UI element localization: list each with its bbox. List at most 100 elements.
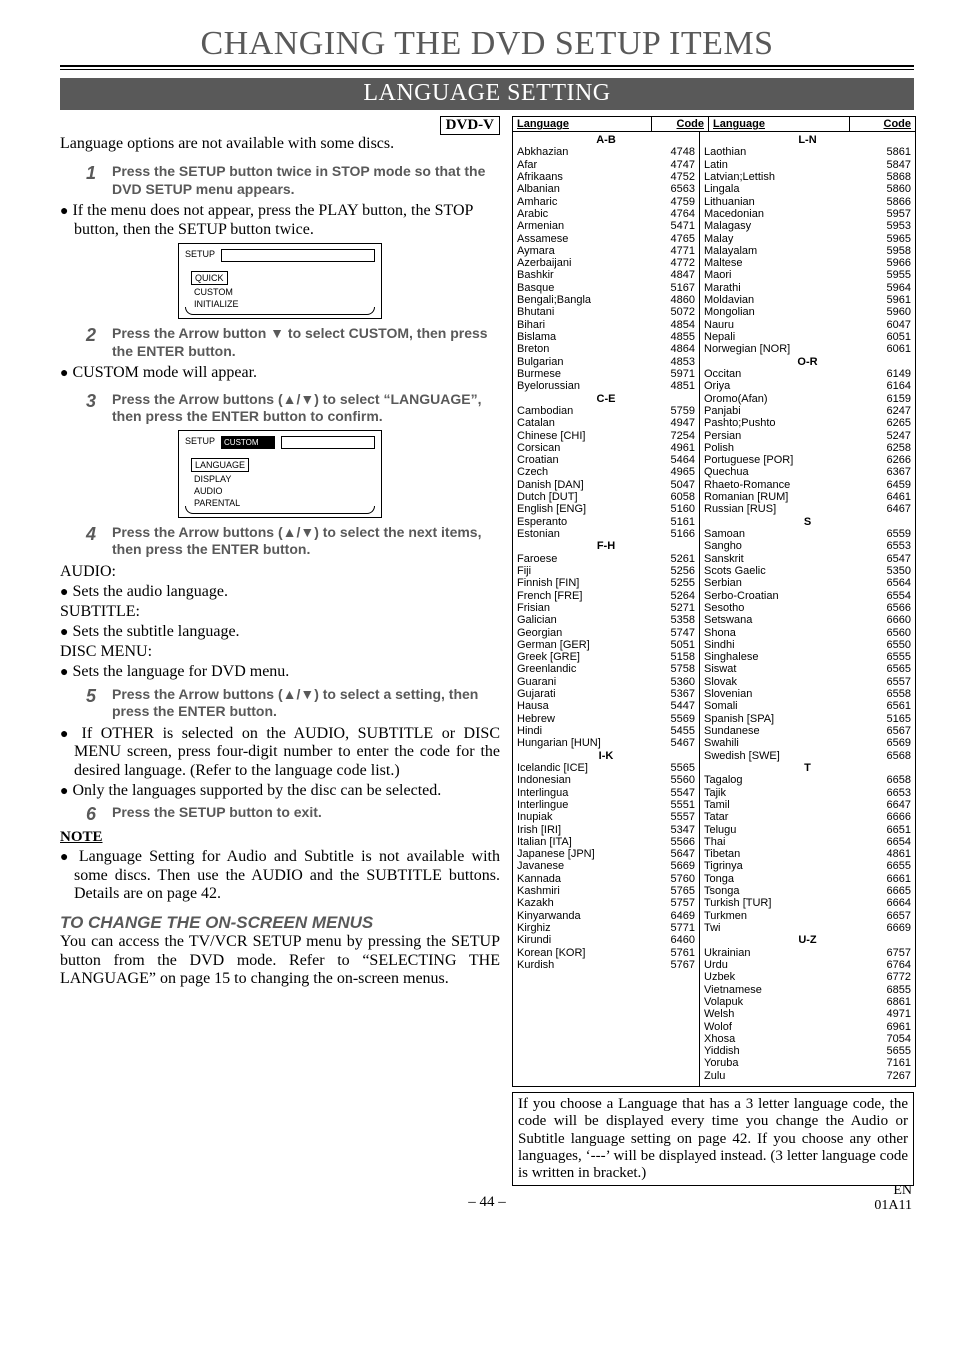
lang-row: Guarani5360 [517, 676, 695, 688]
lang-row: Zulu7267 [704, 1070, 911, 1082]
lang-code: 5861 [873, 146, 911, 158]
osd1-curve [185, 307, 375, 315]
lang-row: Irish [IRI]5347 [517, 824, 695, 836]
lang-code: 4947 [657, 417, 695, 429]
note-heading: NOTE [60, 829, 500, 846]
lang-row: Welsh4971 [704, 1008, 911, 1020]
lang-row: Amharic4759 [517, 196, 695, 208]
lang-row: Serbo-Croatian6554 [704, 590, 911, 602]
lang-row: Hausa5447 [517, 700, 695, 712]
step-4-body: Press the Arrow buttons (▲/▼) to select … [112, 524, 492, 559]
lang-row: Kazakh5757 [517, 897, 695, 909]
lang-code: 5758 [657, 663, 695, 675]
lang-name: Bislama [517, 331, 657, 343]
lang-code: 6961 [873, 1021, 911, 1033]
footer-en: EN [893, 1183, 912, 1198]
lang-code: 5360 [657, 676, 695, 688]
lang-name: Turkmen [704, 910, 873, 922]
lang-name: Oromo(Afan) [704, 393, 873, 405]
lang-code: 6149 [873, 368, 911, 380]
lang-code: 5271 [657, 602, 695, 614]
bullet-5a: ● If OTHER is selected on the AUDIO, SUB… [60, 725, 500, 780]
lang-code: 6247 [873, 405, 911, 417]
lang-code: 6061 [873, 343, 911, 355]
lang-code: 5566 [657, 836, 695, 848]
lang-name: Bulgarian [517, 356, 657, 368]
lang-row: Tsonga6665 [704, 885, 911, 897]
note-bullet-text: Language Setting for Audio and Subtitle … [74, 848, 500, 902]
lang-code: 5256 [657, 565, 695, 577]
lang-row: Sangho6553 [704, 540, 911, 552]
step-4: 4 Press the Arrow buttons (▲/▼) to selec… [86, 524, 500, 559]
lang-name: Chinese [CHI] [517, 430, 657, 442]
lang-row: German [GER]5051 [517, 639, 695, 651]
lang-code: 7054 [873, 1033, 911, 1045]
lang-row: Byelorussian4851 [517, 380, 695, 392]
lang-row: Sindhi6550 [704, 639, 911, 651]
osd2-field [281, 436, 375, 449]
title-rules [60, 65, 914, 70]
lang-row: Urdu6764 [704, 959, 911, 971]
lang-code: 6469 [657, 910, 695, 922]
lang-name: Icelandic [ICE] [517, 762, 657, 774]
lang-code: 4752 [657, 171, 695, 183]
lang-name: Assamese [517, 233, 657, 245]
lang-code: 6164 [873, 380, 911, 392]
lang-row: Telugu6651 [704, 824, 911, 836]
lang-row: Burmese5971 [517, 368, 695, 380]
lang-name: Malayalam [704, 245, 873, 257]
lang-code: 6563 [657, 183, 695, 195]
lang-row: Shona6560 [704, 627, 911, 639]
lang-row: Breton4864 [517, 343, 695, 355]
lang-code: 6561 [873, 700, 911, 712]
lang-name: Telugu [704, 824, 873, 836]
step-6-num: 6 [86, 804, 108, 825]
lang-row: Yoruba7161 [704, 1057, 911, 1069]
bullet-5b: ● Only the languages supported by the di… [60, 782, 500, 800]
lang-row: Nepali6051 [704, 331, 911, 343]
lang-code: 5765 [657, 885, 695, 897]
lang-name: Moldavian [704, 294, 873, 306]
lang-name: Kurdish [517, 959, 657, 971]
lang-name: Afrikaans [517, 171, 657, 183]
lang-section-header: O-R [704, 356, 911, 368]
lang-code: 4864 [657, 343, 695, 355]
lang-code: 6647 [873, 799, 911, 811]
lang-row: Kinyarwanda6469 [517, 910, 695, 922]
osd2-audio: AUDIO [191, 485, 226, 496]
lang-name: Norwegian [NOR] [704, 343, 873, 355]
lang-code: 5551 [657, 799, 695, 811]
lang-name: Gujarati [517, 688, 657, 700]
lang-name: Sanskrit [704, 553, 873, 565]
lang-code: 5747 [657, 627, 695, 639]
lang-code: 5167 [657, 282, 695, 294]
lang-row: Bengali;Bangla4860 [517, 294, 695, 306]
lang-name: Hungarian [HUN] [517, 737, 657, 749]
lang-row: Kurdish5767 [517, 959, 695, 971]
lang-row: Bulgarian4853 [517, 356, 695, 368]
lang-code: 5759 [657, 405, 695, 417]
lang-row: Esperanto5161 [517, 516, 695, 528]
lang-name: Serbian [704, 577, 873, 589]
lang-row: Inupiak5557 [517, 811, 695, 823]
lang-name: Persian [704, 430, 873, 442]
lang-name: Tatar [704, 811, 873, 823]
lang-code: 5860 [873, 183, 911, 195]
lang-code: 4855 [657, 331, 695, 343]
lang-name: Oriya [704, 380, 873, 392]
lang-code: 6547 [873, 553, 911, 565]
lang-row: Latvian;Lettish5868 [704, 171, 911, 183]
lang-name: Zulu [704, 1070, 873, 1082]
lang-row: Basque5167 [517, 282, 695, 294]
lang-code: 5866 [873, 196, 911, 208]
lang-name: Welsh [704, 1008, 873, 1020]
lang-code: 6660 [873, 614, 911, 626]
lang-code: 5047 [657, 479, 695, 491]
lang-row: Sundanese6567 [704, 725, 911, 737]
lang-code: 5158 [657, 651, 695, 663]
lang-code: 5960 [873, 306, 911, 318]
bullet-after-step-2: ● CUSTOM mode will appear. [60, 364, 500, 382]
lang-code: 6258 [873, 442, 911, 454]
lang-name: Albanian [517, 183, 657, 195]
lang-row: English [ENG]5160 [517, 503, 695, 515]
